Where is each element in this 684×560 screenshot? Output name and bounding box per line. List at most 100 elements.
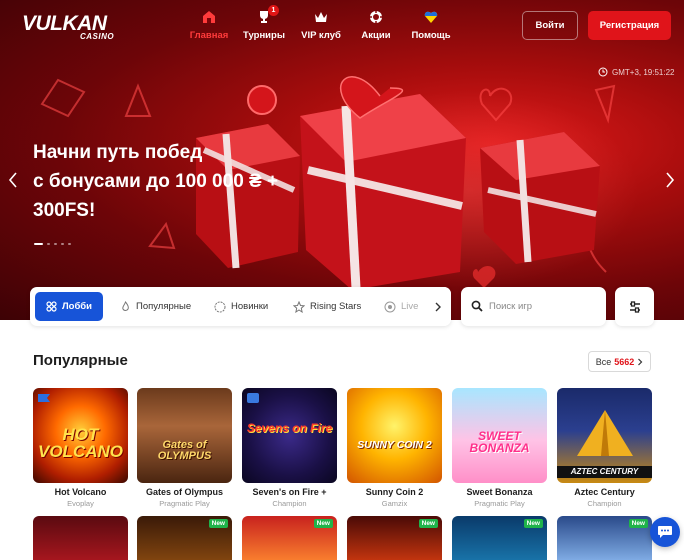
logo-sub-text: CASINO: [80, 32, 115, 41]
game-art-title: HOT VOLCANO: [38, 425, 123, 461]
nav-tournaments[interactable]: 1 Турниры: [243, 5, 285, 46]
chevron-right-icon: [435, 302, 441, 311]
game-thumbnail[interactable]: [33, 516, 128, 560]
server-time-text: GMT+3, 19:51:22: [612, 67, 675, 77]
clock-icon: [598, 67, 608, 77]
game-thumbnail[interactable]: SUNNY COIN 2: [347, 388, 442, 483]
star-icon: [293, 300, 305, 313]
game-card[interactable]: SUNNY COIN 2 Sunny Coin 2 Gamzix: [347, 388, 442, 512]
game-thumbnail[interactable]: New: [242, 516, 337, 560]
new-badge: New: [313, 519, 333, 528]
game-name: Seven's on Fire +: [252, 487, 327, 497]
login-button[interactable]: Войти: [522, 11, 578, 40]
tab-new[interactable]: Новинки: [214, 292, 268, 321]
gift-box-right: [480, 132, 600, 264]
game-thumbnail[interactable]: Gates of OLYMPUS: [137, 388, 232, 483]
game-card[interactable]: HOT VOLCANO Hot Volcano Evoplay: [33, 388, 128, 512]
chevron-left-icon[interactable]: [7, 171, 19, 189]
game-thumbnail[interactable]: Sevens on Fire: [242, 388, 337, 483]
new-badge: New: [418, 519, 438, 528]
game-name: Sunny Coin 2: [365, 487, 424, 497]
game-card[interactable]: Sevens on Fire Seven's on Fire + Champio…: [242, 388, 337, 512]
tournaments-badge: 1: [268, 5, 279, 16]
shard-outline-icon: [148, 221, 176, 250]
game-thumbnail[interactable]: AZTEC CENTURY: [557, 388, 652, 483]
provider-flag-icon: [38, 394, 50, 402]
slider-dot[interactable]: [34, 243, 43, 245]
game-name: Aztec Century: [574, 487, 635, 497]
view-all-count: 5662: [614, 356, 635, 367]
game-provider: Gamzix: [381, 499, 408, 508]
category-tabs: Лобби Популярные Новинки Rising Stars Li…: [30, 287, 451, 326]
tabs-scroll-right[interactable]: [425, 287, 451, 326]
spade-outline-icon: [594, 84, 616, 124]
game-card[interactable]: SWEET BONANZA Sweet Bonanza Pragmatic Pl…: [452, 388, 547, 512]
tab-live-label: Live: [401, 301, 419, 312]
hero-headline-line2: с бонусами до 100 000 ₴ +: [33, 171, 279, 192]
nav-promos[interactable]: Акции: [360, 10, 392, 46]
game-art-title: Sevens on Fire: [246, 421, 333, 435]
game-provider: Champion: [272, 499, 307, 508]
new-badge: New: [208, 519, 228, 528]
tab-lobby-label: Лобби: [61, 301, 93, 312]
nav-help-label: Помощь: [411, 30, 451, 41]
slider-dot[interactable]: [54, 243, 57, 245]
game-name: Sweet Bonanza: [466, 487, 533, 497]
game-provider: Evoplay: [67, 499, 94, 508]
view-all-button[interactable]: Все 5662: [588, 351, 651, 372]
nav-home-label: Главная: [189, 30, 229, 41]
page: VULKAN CASINO Главная 1 Турниры VIP клуб…: [0, 0, 684, 560]
game-art-title: AZTEC CENTURY: [557, 466, 652, 478]
game-thumbnail[interactable]: New: [347, 516, 442, 560]
game-card[interactable]: AZTEC CENTURY Aztec Century Champion: [557, 388, 652, 512]
sliders-icon: [629, 300, 640, 313]
tab-lobby[interactable]: Лобби: [35, 292, 103, 321]
slider-dot[interactable]: [47, 243, 50, 245]
register-button[interactable]: Регистрация: [588, 11, 671, 40]
filter-button[interactable]: [615, 287, 654, 326]
game-thumbnail[interactable]: SWEET BONANZA: [452, 388, 547, 483]
slider-dot[interactable]: [68, 243, 71, 245]
chevron-right-icon[interactable]: [664, 171, 676, 189]
game-thumbnail[interactable]: New: [557, 516, 652, 560]
game-provider: Champion: [587, 499, 622, 508]
game-name: Gates of Olympus: [145, 487, 224, 497]
casino-house-icon: [203, 11, 215, 23]
provider-logo-icon: [247, 393, 259, 403]
game-art-title: SUNNY COIN 2: [357, 439, 432, 451]
tab-popular-label: Популярные: [136, 301, 192, 312]
grid-icon: [46, 301, 57, 312]
hero-headline: Начни путь побед с бонусами до 100 000 ₴…: [33, 138, 333, 225]
nav-help[interactable]: Помощь: [411, 10, 451, 46]
nav-vip[interactable]: VIP клуб: [301, 10, 341, 46]
hero-headline-line1: Начни путь побед: [33, 142, 203, 163]
support-chat-button[interactable]: [650, 517, 680, 547]
chevron-right-icon: [638, 358, 643, 365]
search-input[interactable]: [489, 297, 599, 315]
slider-dot[interactable]: [61, 243, 64, 245]
nav-tournaments-label: Турниры: [243, 30, 285, 41]
logo[interactable]: VULKAN CASINO: [22, 12, 115, 41]
game-thumbnail[interactable]: New: [137, 516, 232, 560]
tab-popular[interactable]: Популярные: [120, 292, 191, 321]
nav-home[interactable]: Главная: [190, 10, 228, 46]
view-all-label: Все: [595, 356, 612, 367]
new-badge: New: [628, 519, 648, 528]
game-thumbnail[interactable]: New: [452, 516, 547, 560]
diamond-outline-icon: [40, 78, 86, 118]
new-badge-icon: [214, 301, 226, 312]
game-art-title: SWEET BONANZA: [469, 429, 530, 455]
hero-headline-line3: 300FS!: [33, 200, 96, 221]
search-icon: [471, 300, 483, 312]
tab-rising-stars[interactable]: Rising Stars: [293, 292, 361, 321]
game-card[interactable]: Gates of OLYMPUS Gates of Olympus Pragma…: [137, 388, 232, 512]
game-thumbnail[interactable]: HOT VOLCANO: [33, 388, 128, 483]
nav-vip-label: VIP клуб: [301, 30, 341, 41]
game-provider: Pragmatic Play: [474, 499, 525, 508]
top-header: VULKAN CASINO Главная 1 Турниры VIP клуб…: [0, 0, 684, 52]
live-icon: [384, 301, 396, 312]
tab-new-label: Новинки: [231, 301, 269, 312]
game-provider: Pragmatic Play: [159, 499, 210, 508]
tab-live[interactable]: Live: [384, 292, 418, 321]
server-time: GMT+3, 19:51:22: [598, 66, 674, 78]
